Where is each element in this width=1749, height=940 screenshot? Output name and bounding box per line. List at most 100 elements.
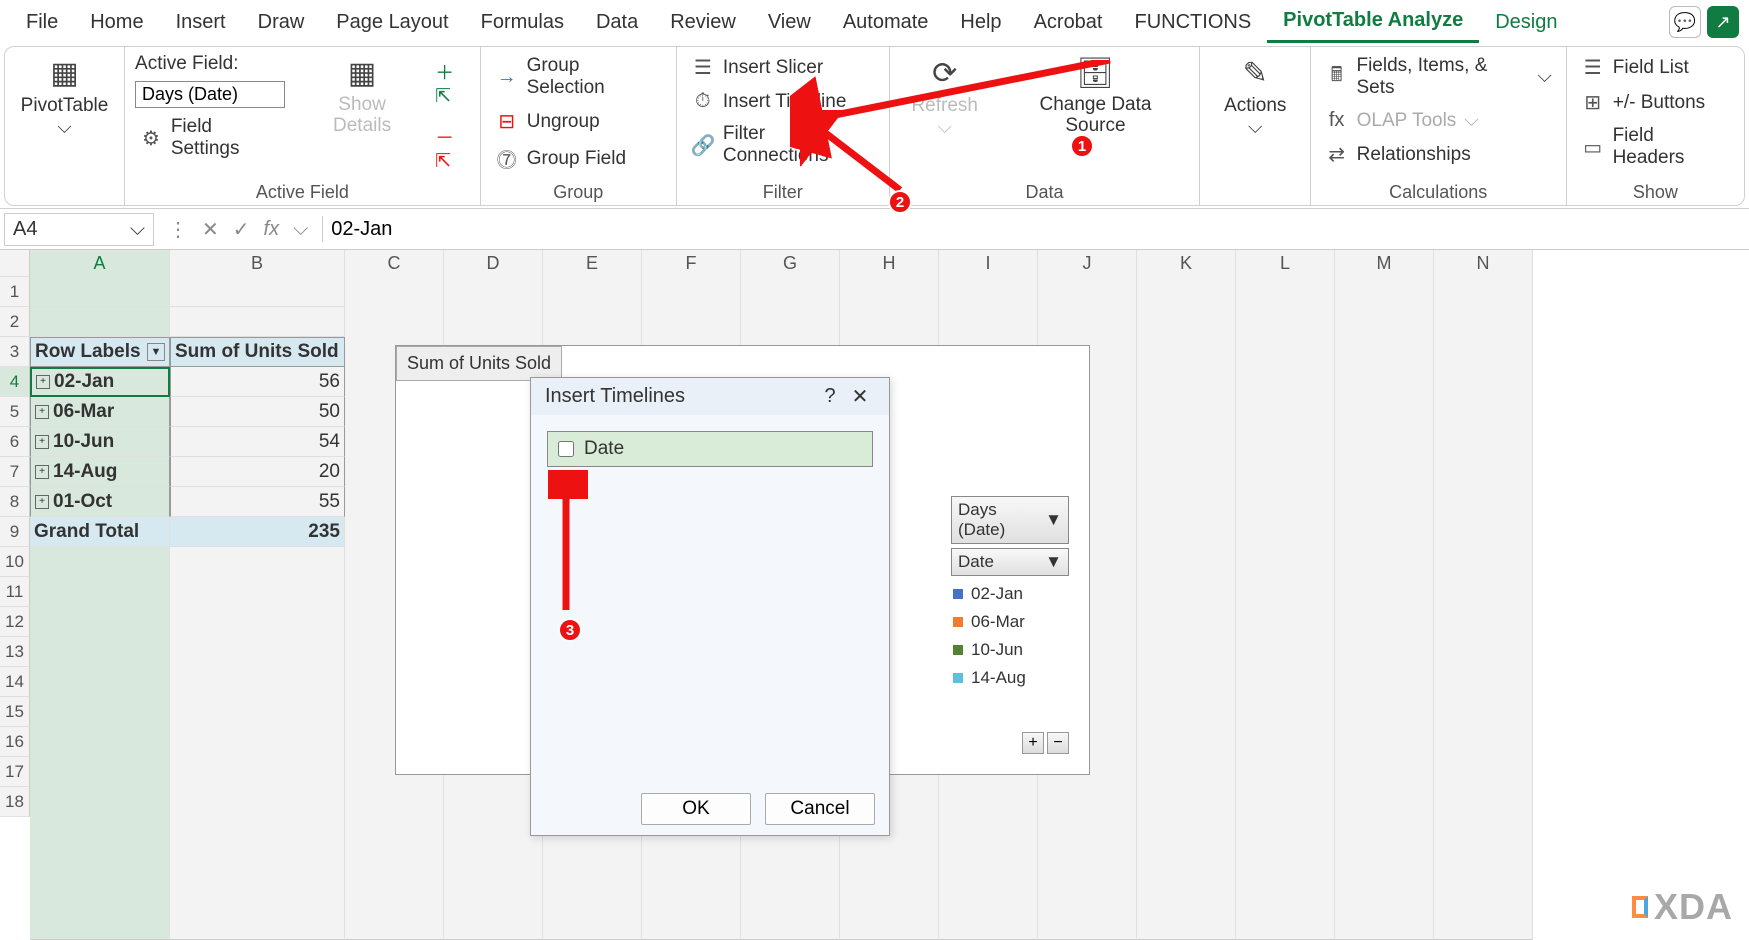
pivot-value-cell[interactable]: 20 — [170, 457, 345, 487]
row-header[interactable]: 1 — [0, 277, 30, 307]
row-header[interactable]: 3 — [0, 337, 30, 367]
col-header-k[interactable]: K — [1137, 250, 1236, 940]
plus-minus-buttons-button[interactable]: ⊞+/- Buttons — [1577, 88, 1734, 117]
pivot-value-cell[interactable]: 54 — [170, 427, 345, 457]
row-header[interactable]: 15 — [0, 697, 30, 727]
field-list-button[interactable]: ☰Field List — [1577, 53, 1734, 82]
tab-pivottable-analyze[interactable]: PivotTable Analyze — [1267, 1, 1479, 43]
row-header[interactable]: 4 — [0, 367, 30, 397]
refresh-button[interactable]: ⟳ Refresh ⌵ — [900, 53, 990, 178]
name-box[interactable]: A4 ⌵ — [4, 213, 154, 246]
close-icon[interactable]: ✕ — [845, 384, 875, 409]
row-header[interactable]: 13 — [0, 637, 30, 667]
pivot-row-cell[interactable]: +14-Aug — [30, 457, 170, 487]
pivot-row-cell[interactable]: +06-Mar — [30, 397, 170, 427]
actions-button[interactable]: ✎ Actions ⌵ — [1210, 53, 1300, 141]
pivot-value-cell[interactable]: 55 — [170, 487, 345, 517]
expand-icon[interactable]: + — [36, 375, 50, 389]
pivottable-button[interactable]: ▦ PivotTable ⌵ — [15, 53, 114, 141]
row-header[interactable]: 16 — [0, 727, 30, 757]
expand-collapse-buttons[interactable]: ＋⇱ －⇱ — [435, 53, 470, 178]
row-header[interactable]: 8 — [0, 487, 30, 517]
pivot-value-cell[interactable]: 50 — [170, 397, 345, 427]
row-header[interactable]: 14 — [0, 667, 30, 697]
zoom-out-button[interactable]: − — [1047, 732, 1069, 754]
tab-file[interactable]: File — [10, 3, 74, 42]
col-header-n[interactable]: N — [1434, 250, 1533, 940]
group-selection-button[interactable]: →Group Selection — [491, 53, 666, 101]
col-header-l[interactable]: L — [1236, 250, 1335, 940]
olap-tools-button[interactable]: fxOLAP Tools ⌵ — [1321, 107, 1556, 134]
row-header[interactable]: 7 — [0, 457, 30, 487]
cancel-icon[interactable]: ✕ — [202, 217, 219, 242]
zoom-in-button[interactable]: + — [1022, 732, 1044, 754]
chart-filter-date[interactable]: Date▼ — [951, 548, 1069, 576]
tab-functions[interactable]: FUNCTIONS — [1119, 3, 1268, 42]
chart-filter-days[interactable]: Days (Date)▼ — [951, 496, 1069, 544]
fields-items-sets-button[interactable]: 🖩Fields, Items, & Sets ⌵ — [1321, 53, 1556, 101]
pivot-row-cell[interactable]: +02-Jan — [30, 367, 170, 397]
collapse-icon[interactable]: －⇱ — [435, 123, 470, 173]
date-checkbox[interactable] — [558, 441, 574, 457]
group-field-button[interactable]: ⓻Group Field — [491, 142, 666, 175]
row-header[interactable]: 11 — [0, 577, 30, 607]
tab-draw[interactable]: Draw — [242, 3, 321, 42]
change-data-source-button[interactable]: 🗄 Change Data Source — [1002, 53, 1190, 178]
row-header[interactable]: 17 — [0, 757, 30, 787]
expand-icon[interactable]: ＋⇱ — [435, 58, 470, 108]
tab-help[interactable]: Help — [944, 3, 1017, 42]
expand-icon[interactable]: + — [35, 465, 49, 479]
row-header[interactable]: 10 — [0, 547, 30, 577]
formula-input[interactable] — [323, 214, 1745, 245]
tab-acrobat[interactable]: Acrobat — [1018, 3, 1119, 42]
col-header-m[interactable]: M — [1335, 250, 1434, 940]
actions-icon: ✎ — [1243, 55, 1268, 91]
tab-view[interactable]: View — [752, 3, 827, 42]
filter-connections-button[interactable]: 🔗Filter Connections — [687, 121, 879, 169]
tab-page-layout[interactable]: Page Layout — [320, 3, 464, 42]
row-header[interactable]: 2 — [0, 307, 30, 337]
pivot-row-cell[interactable]: +01-Oct — [30, 487, 170, 517]
row-header[interactable]: 9 — [0, 517, 30, 547]
row-header[interactable]: 12 — [0, 607, 30, 637]
ok-button[interactable]: OK — [641, 793, 751, 825]
tab-home[interactable]: Home — [74, 3, 159, 42]
tab-automate[interactable]: Automate — [827, 3, 945, 42]
ungroup-button[interactable]: ⊟Ungroup — [491, 107, 666, 136]
timeline-field-date[interactable]: Date — [547, 431, 873, 467]
insert-timeline-button[interactable]: ⏱Insert Timeline — [687, 88, 879, 115]
help-icon[interactable]: ? — [815, 385, 845, 408]
tab-design[interactable]: Design — [1479, 3, 1573, 42]
field-headers-button[interactable]: ▭Field Headers — [1577, 123, 1734, 171]
chart-title[interactable]: Sum of Units Sold — [396, 346, 562, 381]
cancel-button[interactable]: Cancel — [765, 793, 875, 825]
row-header[interactable]: 5 — [0, 397, 30, 427]
tab-review[interactable]: Review — [654, 3, 752, 42]
group-filter: ☰Insert Slicer ⏱Insert Timeline 🔗Filter … — [677, 47, 890, 205]
comments-icon[interactable]: 💬 — [1669, 6, 1701, 38]
share-icon[interactable]: ↗ — [1707, 6, 1739, 38]
tab-formulas[interactable]: Formulas — [465, 3, 580, 42]
tab-insert[interactable]: Insert — [160, 3, 242, 42]
enter-icon[interactable]: ✓ — [233, 217, 250, 242]
pivot-row-cell[interactable]: +10-Jun — [30, 427, 170, 457]
expand-icon[interactable]: + — [35, 405, 49, 419]
row-header[interactable]: 18 — [0, 787, 30, 817]
expand-icon[interactable]: + — [35, 435, 49, 449]
fx-icon[interactable]: fx — [264, 218, 280, 241]
filter-dropdown-icon[interactable]: ▼ — [147, 343, 165, 361]
row-header[interactable]: 6 — [0, 427, 30, 457]
pivot-grand-total-value[interactable]: 235 — [170, 517, 345, 547]
relationships-button[interactable]: ⇄Relationships — [1321, 140, 1556, 169]
pivot-row-labels-header[interactable]: Row Labels ▼ — [30, 337, 170, 367]
select-all-corner[interactable] — [0, 250, 30, 277]
chevron-down-icon[interactable]: ⌵ — [293, 218, 308, 241]
pivot-grand-total-label[interactable]: Grand Total — [30, 517, 170, 547]
field-settings-button[interactable]: ⚙ Field Settings — [135, 114, 289, 162]
insert-slicer-button[interactable]: ☰Insert Slicer — [687, 53, 879, 82]
pivot-value-cell[interactable]: 56 — [170, 367, 345, 397]
expand-icon[interactable]: + — [35, 495, 49, 509]
tab-data[interactable]: Data — [580, 3, 654, 42]
active-field-input[interactable] — [135, 81, 285, 108]
chevron-down-icon[interactable]: ⌵ — [130, 218, 145, 241]
